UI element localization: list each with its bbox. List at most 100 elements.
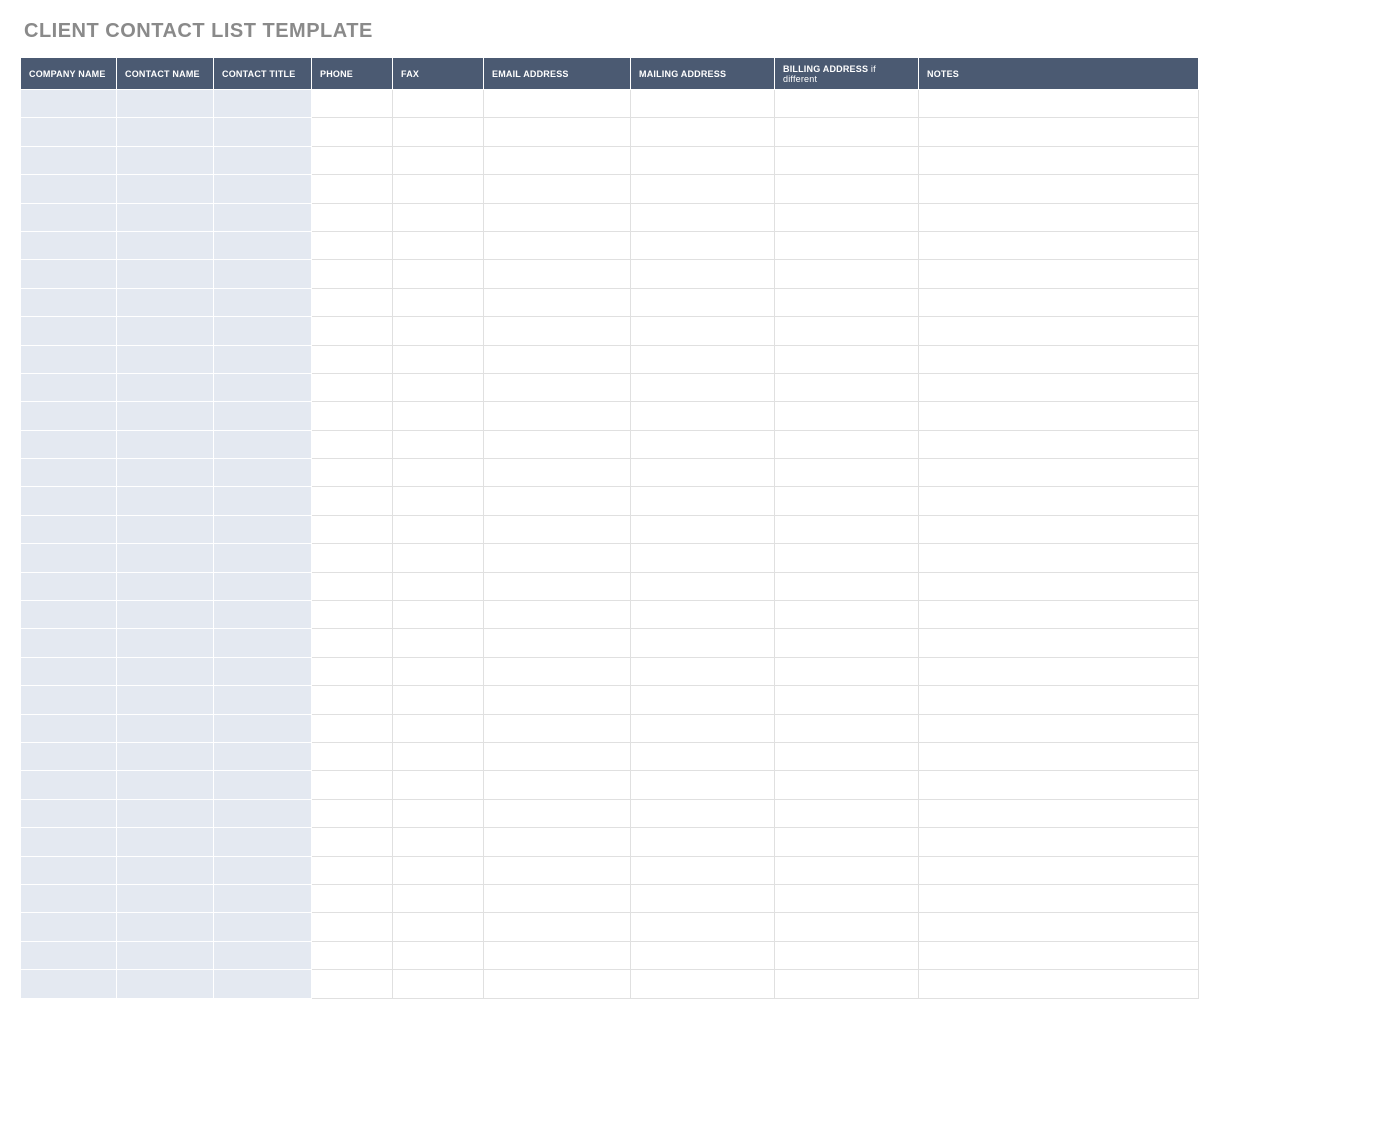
cell-contact_name[interactable]	[117, 856, 214, 884]
cell-email_address[interactable]	[484, 231, 631, 259]
cell-phone[interactable]	[312, 288, 393, 316]
cell-fax[interactable]	[393, 231, 484, 259]
cell-phone[interactable]	[312, 771, 393, 799]
cell-company_name[interactable]	[21, 288, 117, 316]
cell-mailing_address[interactable]	[631, 487, 775, 515]
cell-fax[interactable]	[393, 856, 484, 884]
cell-contact_title[interactable]	[214, 771, 312, 799]
cell-contact_name[interactable]	[117, 629, 214, 657]
cell-billing_address[interactable]	[775, 686, 919, 714]
cell-contact_title[interactable]	[214, 941, 312, 969]
cell-contact_name[interactable]	[117, 799, 214, 827]
cell-mailing_address[interactable]	[631, 203, 775, 231]
cell-email_address[interactable]	[484, 146, 631, 174]
cell-fax[interactable]	[393, 146, 484, 174]
cell-contact_title[interactable]	[214, 175, 312, 203]
cell-notes[interactable]	[919, 288, 1199, 316]
cell-contact_title[interactable]	[214, 828, 312, 856]
cell-notes[interactable]	[919, 856, 1199, 884]
cell-email_address[interactable]	[484, 629, 631, 657]
cell-contact_name[interactable]	[117, 146, 214, 174]
cell-email_address[interactable]	[484, 856, 631, 884]
cell-contact_title[interactable]	[214, 203, 312, 231]
cell-phone[interactable]	[312, 231, 393, 259]
cell-company_name[interactable]	[21, 884, 117, 912]
cell-contact_name[interactable]	[117, 515, 214, 543]
cell-phone[interactable]	[312, 856, 393, 884]
cell-billing_address[interactable]	[775, 856, 919, 884]
cell-fax[interactable]	[393, 402, 484, 430]
cell-fax[interactable]	[393, 771, 484, 799]
cell-phone[interactable]	[312, 884, 393, 912]
cell-phone[interactable]	[312, 487, 393, 515]
cell-billing_address[interactable]	[775, 118, 919, 146]
cell-company_name[interactable]	[21, 970, 117, 998]
cell-fax[interactable]	[393, 601, 484, 629]
cell-mailing_address[interactable]	[631, 373, 775, 401]
cell-notes[interactable]	[919, 260, 1199, 288]
cell-fax[interactable]	[393, 345, 484, 373]
cell-billing_address[interactable]	[775, 203, 919, 231]
cell-company_name[interactable]	[21, 913, 117, 941]
cell-phone[interactable]	[312, 799, 393, 827]
cell-notes[interactable]	[919, 828, 1199, 856]
cell-fax[interactable]	[393, 742, 484, 770]
cell-billing_address[interactable]	[775, 459, 919, 487]
cell-contact_title[interactable]	[214, 884, 312, 912]
cell-company_name[interactable]	[21, 686, 117, 714]
cell-notes[interactable]	[919, 544, 1199, 572]
cell-contact_title[interactable]	[214, 402, 312, 430]
cell-fax[interactable]	[393, 317, 484, 345]
cell-contact_name[interactable]	[117, 90, 214, 118]
cell-mailing_address[interactable]	[631, 430, 775, 458]
cell-notes[interactable]	[919, 345, 1199, 373]
cell-company_name[interactable]	[21, 402, 117, 430]
cell-company_name[interactable]	[21, 799, 117, 827]
cell-company_name[interactable]	[21, 203, 117, 231]
cell-phone[interactable]	[312, 373, 393, 401]
cell-fax[interactable]	[393, 657, 484, 685]
cell-contact_title[interactable]	[214, 742, 312, 770]
cell-fax[interactable]	[393, 459, 484, 487]
cell-notes[interactable]	[919, 884, 1199, 912]
cell-company_name[interactable]	[21, 742, 117, 770]
cell-company_name[interactable]	[21, 828, 117, 856]
cell-phone[interactable]	[312, 714, 393, 742]
cell-mailing_address[interactable]	[631, 941, 775, 969]
cell-phone[interactable]	[312, 203, 393, 231]
cell-mailing_address[interactable]	[631, 714, 775, 742]
cell-billing_address[interactable]	[775, 714, 919, 742]
cell-billing_address[interactable]	[775, 402, 919, 430]
cell-mailing_address[interactable]	[631, 913, 775, 941]
cell-contact_title[interactable]	[214, 970, 312, 998]
cell-mailing_address[interactable]	[631, 742, 775, 770]
cell-notes[interactable]	[919, 487, 1199, 515]
cell-company_name[interactable]	[21, 572, 117, 600]
cell-fax[interactable]	[393, 686, 484, 714]
cell-company_name[interactable]	[21, 317, 117, 345]
cell-contact_name[interactable]	[117, 941, 214, 969]
cell-contact_title[interactable]	[214, 572, 312, 600]
cell-phone[interactable]	[312, 629, 393, 657]
cell-mailing_address[interactable]	[631, 884, 775, 912]
cell-email_address[interactable]	[484, 288, 631, 316]
cell-mailing_address[interactable]	[631, 629, 775, 657]
cell-notes[interactable]	[919, 657, 1199, 685]
cell-mailing_address[interactable]	[631, 601, 775, 629]
cell-phone[interactable]	[312, 544, 393, 572]
cell-notes[interactable]	[919, 90, 1199, 118]
cell-mailing_address[interactable]	[631, 402, 775, 430]
cell-contact_title[interactable]	[214, 515, 312, 543]
cell-billing_address[interactable]	[775, 175, 919, 203]
cell-company_name[interactable]	[21, 544, 117, 572]
cell-fax[interactable]	[393, 884, 484, 912]
cell-notes[interactable]	[919, 572, 1199, 600]
cell-mailing_address[interactable]	[631, 345, 775, 373]
cell-contact_name[interactable]	[117, 203, 214, 231]
cell-notes[interactable]	[919, 629, 1199, 657]
cell-contact_title[interactable]	[214, 487, 312, 515]
cell-fax[interactable]	[393, 913, 484, 941]
cell-contact_name[interactable]	[117, 118, 214, 146]
cell-company_name[interactable]	[21, 430, 117, 458]
cell-phone[interactable]	[312, 430, 393, 458]
